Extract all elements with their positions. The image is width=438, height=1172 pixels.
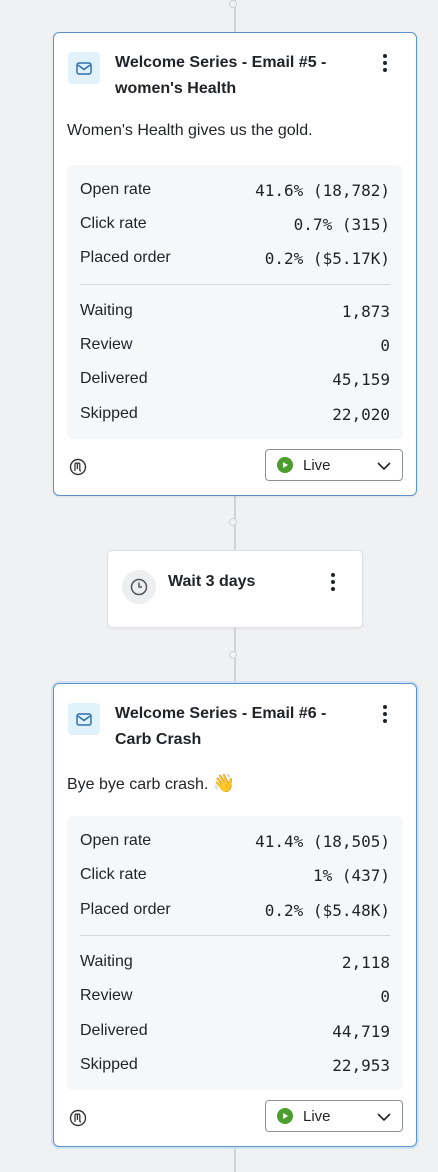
stat-label: Click rate <box>80 215 147 232</box>
stat-value: 2,118 <box>341 952 390 972</box>
stat-label: Placed order <box>80 249 171 266</box>
play-icon <box>277 457 293 473</box>
status-dropdown[interactable]: Live <box>265 449 403 481</box>
stat-value: 1,873 <box>341 301 390 321</box>
stat-label: Open rate <box>80 181 152 198</box>
stat-value: 0 <box>380 335 390 355</box>
stat-skipped: Skipped 22,020 <box>80 403 390 425</box>
play-icon <box>277 1108 293 1124</box>
stats-panel: Open rate 41.6% (18,782) Click rate 0.7% (… <box>67 165 403 439</box>
email-description-wrap: Bye bye carb crash. 👋 <box>67 773 235 794</box>
stat-review: Review 0 <box>80 334 390 356</box>
wait-node-card[interactable]: Wait 3 days <box>107 550 363 628</box>
stat-label: Open rate <box>80 832 152 849</box>
stat-open-rate: Open rate 41.4% (18,505) <box>80 830 390 852</box>
stat-value: 0.7% (315) <box>293 214 390 234</box>
stat-value: 45,159 <box>332 369 390 389</box>
kebab-menu-icon[interactable] <box>376 702 394 726</box>
waving-hand-emoji: 👋 <box>212 773 236 793</box>
flow-node-dot <box>229 0 237 8</box>
stat-label: Review <box>80 987 133 1004</box>
stat-value: 41.6% (18,782) <box>255 180 390 200</box>
stat-label: Review <box>80 336 133 353</box>
stat-click-rate: Click rate 1% (437) <box>80 864 390 886</box>
stat-label: Delivered <box>80 370 148 387</box>
stat-label: Click rate <box>80 866 147 883</box>
stat-value: 41.4% (18,505) <box>255 831 390 851</box>
stat-placed-order: Placed order 0.2% ($5.17K) <box>80 247 390 269</box>
flow-connector-bottom <box>234 1146 236 1172</box>
email-node-card[interactable]: Welcome Series - Email #6 - Carb Crash B… <box>53 683 417 1147</box>
email-description: Women's Health gives us the gold. <box>67 122 313 139</box>
flow-node-dot <box>229 651 237 659</box>
email-description: Bye bye carb crash. <box>67 776 209 793</box>
stat-value: 44,719 <box>332 1021 390 1041</box>
stats-divider <box>80 935 390 936</box>
status-label: Live <box>303 456 331 474</box>
kebab-menu-icon[interactable] <box>324 570 342 594</box>
stat-waiting: Waiting 1,873 <box>80 300 390 322</box>
stat-open-rate: Open rate 41.6% (18,782) <box>80 179 390 201</box>
mention-logo-icon <box>68 457 88 477</box>
kebab-menu-icon[interactable] <box>376 51 394 75</box>
stat-label: Waiting <box>80 953 133 970</box>
flow-node-dot <box>229 518 237 526</box>
stat-label: Placed order <box>80 901 171 918</box>
clock-icon <box>122 570 156 604</box>
chevron-down-icon <box>376 1110 392 1128</box>
stat-value: 22,020 <box>332 404 390 424</box>
stat-review: Review 0 <box>80 985 390 1007</box>
stat-label: Waiting <box>80 302 133 319</box>
stat-value: 0.2% ($5.48K) <box>264 900 390 920</box>
mention-logo-icon <box>68 1108 88 1128</box>
email-title: Welcome Series - Email #6 - Carb Crash <box>115 705 327 748</box>
stat-label: Skipped <box>80 405 138 422</box>
stat-placed-order: Placed order 0.2% ($5.48K) <box>80 899 390 921</box>
stat-waiting: Waiting 2,118 <box>80 951 390 973</box>
email-node-card[interactable]: Welcome Series - Email #5 - women's Heal… <box>53 32 417 496</box>
stat-value: 1% (437) <box>312 865 390 885</box>
envelope-icon <box>68 52 100 84</box>
wait-label: Wait 3 days <box>168 573 256 590</box>
stat-click-rate: Click rate 0.7% (315) <box>80 213 390 235</box>
envelope-icon <box>68 703 100 735</box>
email-title: Welcome Series - Email #5 - women's Heal… <box>115 54 327 97</box>
stat-skipped: Skipped 22,953 <box>80 1054 390 1076</box>
status-dropdown[interactable]: Live <box>265 1100 403 1132</box>
stats-divider <box>80 284 390 285</box>
stat-delivered: Delivered 45,159 <box>80 368 390 390</box>
stat-value: 22,953 <box>332 1055 390 1075</box>
stat-label: Delivered <box>80 1022 148 1039</box>
stat-value: 0 <box>380 986 390 1006</box>
stat-delivered: Delivered 44,719 <box>80 1020 390 1042</box>
status-label: Live <box>303 1107 331 1125</box>
stats-panel: Open rate 41.4% (18,505) Click rate 1% (43… <box>67 816 403 1090</box>
stat-label: Skipped <box>80 1056 138 1073</box>
chevron-down-icon <box>376 459 392 477</box>
stat-value: 0.2% ($5.17K) <box>264 248 390 268</box>
